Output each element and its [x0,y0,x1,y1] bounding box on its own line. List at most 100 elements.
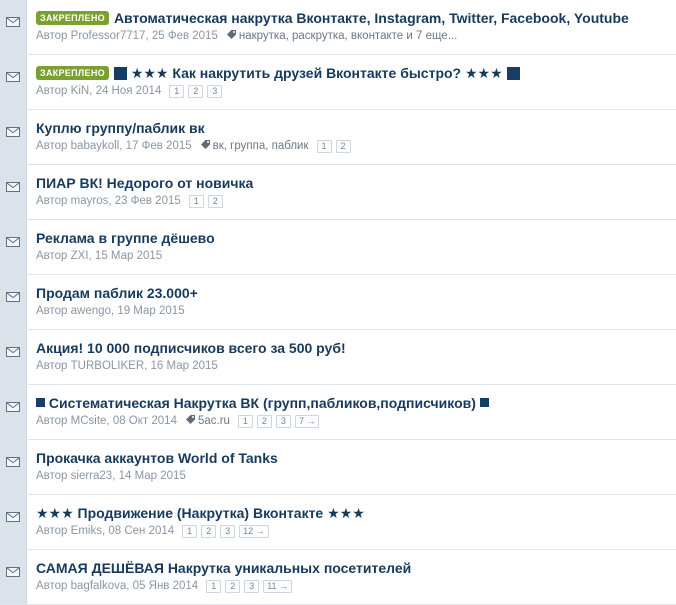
topic-title-link[interactable]: ★★★ Продвижение (Накрутка) Вконтакте ★★★ [36,505,365,521]
topic-title-line: Продам паблик 23.000+ [36,284,672,302]
topic-row[interactable]: ЗАКРЕПЛЕНО Автоматическая накрутка Вконта… [0,0,676,55]
page-link[interactable]: 1 [316,140,332,153]
topic-author[interactable]: Автор bagfalkova, 05 Янв 2014 [36,580,198,592]
status-gutter [0,275,27,329]
topic-row[interactable]: Акция! 10 000 подписчиков всего за 500 р… [0,330,676,385]
page-links: 1 2 3 11 → [206,580,296,593]
tags-text: накрутка, раскрутка, вконтакте и 7 еще..… [238,30,458,42]
page-links: 1 2 3 12 → [182,525,273,538]
topic-title-line: ★★★ Продвижение (Накрутка) Вконтакте ★★★ [36,504,672,522]
topic-title-line: ЗАКРЕПЛЕНО ★★★ Как накрутить друзей Вкон… [36,64,672,82]
topic-row[interactable]: ЗАКРЕПЛЕНО ★★★ Как накрутить друзей Вкон… [0,55,676,110]
page-link[interactable]: 3 [244,580,260,593]
status-gutter [0,220,27,274]
page-links: 1237 → [237,415,324,428]
envelope-icon [6,509,20,522]
topic-main: Куплю группу/паблик вк Автор babaykoll, 1… [36,119,672,154]
topic-main: ★★★ Продвижение (Накрутка) Вконтакте ★★★… [36,504,672,539]
topic-title-link[interactable]: ★★★ Как накрутить друзей Вконтакте быстр… [131,65,503,81]
page-link[interactable]: 2 [225,580,241,593]
envelope-icon [6,564,20,577]
square-icon [36,398,45,407]
topic-author[interactable]: Автор awengo, 19 Мар 2015 [36,305,185,317]
envelope-icon [6,234,20,247]
page-link[interactable]: 1 [206,580,222,593]
topic-main: САМАЯ ДЕШЁВАЯ Накрутка уникальных посети… [36,559,672,594]
topic-main: ЗАКРЕПЛЕНО ★★★ Как накрутить друзей Вкон… [36,64,672,99]
page-link[interactable]: 1 [169,85,185,98]
topic-row[interactable]: Куплю группу/паблик вк Автор babaykoll, 1… [0,110,676,165]
sticky-badge: ЗАКРЕПЛЕНО [36,11,109,25]
page-link[interactable]: 2 [256,415,272,428]
topic-author[interactable]: Автор TURBOLIKER, 16 Мар 2015 [36,360,218,372]
page-link[interactable]: 2 [201,525,217,538]
topic-main: Продам паблик 23.000+ Автор awengo, 19 Ма… [36,284,672,319]
topic-list: ЗАКРЕПЛЕНО Автоматическая накрутка Вконта… [0,0,676,605]
topic-row[interactable]: Реклама в группе дёшево Автор ZXI, 15 Мар… [0,220,676,275]
topic-author[interactable]: Автор ZXI, 15 Мар 2015 [36,250,162,262]
topic-title-link[interactable]: Акция! 10 000 подписчиков всего за 500 р… [36,340,346,356]
topic-title-link[interactable]: Куплю группу/паблик вк [36,120,205,136]
topic-author[interactable]: Автор babaykoll, 17 Фев 2015 [36,140,192,152]
tags-text: 5ac.ru [197,415,230,427]
envelope-icon [6,124,20,137]
topic-title-link[interactable]: Автоматическая накрутка Вконтакте, Insta… [114,10,629,26]
topic-title-link[interactable]: Продам паблик 23.000+ [36,285,198,301]
topic-main: Акция! 10 000 подписчиков всего за 500 р… [36,339,672,374]
page-link[interactable]: 2 [188,85,204,98]
page-link[interactable]: 2 [207,195,223,208]
topic-row[interactable]: САМАЯ ДЕШЁВАЯ Накрутка уникальных посети… [0,550,676,605]
page-link[interactable]: 2 [335,140,351,153]
topic-author[interactable]: Автор KiN, 24 Ноя 2014 [36,85,161,97]
topic-row[interactable]: Прокачка аккаунтов World of Tanks Автор s… [0,440,676,495]
topic-meta: Автор TURBOLIKER, 16 Мар 2015 [36,358,672,374]
square-icon [479,398,489,407]
page-link[interactable]: 1 [182,525,198,538]
topic-meta: Автор MCsite, 08 Окт 2014 5ac.ru 1 2 3 7 → [36,413,672,429]
topic-main: Прокачка аккаунтов World of Tanks Автор s… [36,449,672,484]
page-link[interactable]: 7 → [294,415,320,428]
page-link[interactable]: 12 → [239,525,269,538]
topic-meta: Автор babaykoll, 17 Фев 2015 вк, группа, … [36,138,672,154]
topic-tags[interactable]: вк, группа, паблик [200,140,309,152]
topic-tags[interactable]: накрутка, раскрутка, вконтакте и 7 еще..… [226,30,457,42]
page-links: 123 [169,85,226,98]
topic-author[interactable]: Автор Emiks, 08 Сен 2014 [36,525,174,537]
topic-row[interactable]: Систематическая Накрутка ВК (групп,пабли… [0,385,676,440]
topic-row[interactable]: ★★★ Продвижение (Накрутка) Вконтакте ★★★… [0,495,676,550]
sticky-badge: ЗАКРЕПЛЕНО [36,66,109,80]
status-gutter [0,440,27,494]
page-link[interactable]: 3 [207,85,223,98]
page-link[interactable]: 1 [237,415,253,428]
topic-row[interactable]: ПИАР ВК! Недорого от новичка Автор mayros… [0,165,676,220]
topic-title-link[interactable]: САМАЯ ДЕШЁВАЯ Накрутка уникальных посети… [36,560,411,576]
topic-meta: Автор Professor7717, 25 Фев 2015 накрутка… [36,28,672,44]
status-gutter [0,385,27,439]
topic-title-link[interactable]: Реклама в группе дёшево [36,230,215,246]
tags-text: вк, группа, паблик [212,140,309,152]
topic-meta: Автор bagfalkova, 05 Янв 2014 1 2 3 11 → [36,578,672,594]
status-gutter [0,110,27,164]
topic-author[interactable]: Автор MCsite, 08 Окт 2014 [36,415,177,427]
topic-author[interactable]: Автор Professor7717, 25 Фев 2015 [36,30,218,42]
square-icon [113,67,127,80]
page-link[interactable]: 3 [275,415,291,428]
topic-row[interactable]: Продам паблик 23.000+ Автор awengo, 19 Ма… [0,275,676,330]
topic-meta: Автор mayros, 23 Фев 2015 1 2 [36,193,672,209]
status-gutter [0,550,27,604]
topic-title-line: Куплю группу/паблик вк [36,119,672,137]
topic-author[interactable]: Автор sierra23, 14 Мар 2015 [36,470,186,482]
topic-author[interactable]: Автор mayros, 23 Фев 2015 [36,195,181,207]
page-link[interactable]: 1 [188,195,204,208]
topic-meta: Автор awengo, 19 Мар 2015 [36,303,672,319]
topic-title-link[interactable]: Прокачка аккаунтов World of Tanks [36,450,278,466]
topic-title-link[interactable]: Систематическая Накрутка ВК (групп,пабли… [49,395,476,411]
status-gutter [0,0,27,54]
envelope-icon [6,69,20,82]
page-link[interactable]: 11 → [263,580,293,593]
topic-title-link[interactable]: ПИАР ВК! Недорого от новичка [36,175,253,191]
topic-tags[interactable]: 5ac.ru [185,415,230,427]
page-link[interactable]: 3 [220,525,236,538]
topic-title-line: Акция! 10 000 подписчиков всего за 500 р… [36,339,672,357]
topic-meta: Автор ZXI, 15 Мар 2015 [36,248,672,264]
